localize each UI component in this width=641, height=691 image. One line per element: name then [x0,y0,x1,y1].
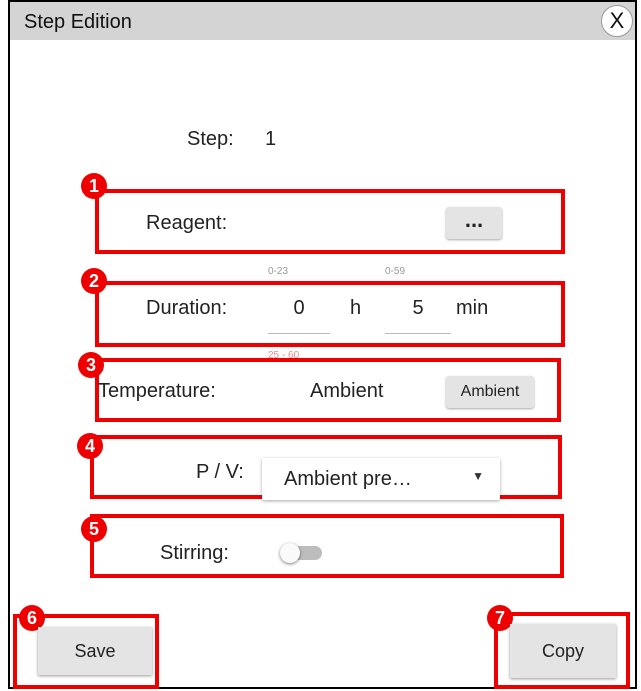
temperature-label: Temperature: [98,380,216,402]
copy-button[interactable]: Copy [510,624,616,678]
hours-input[interactable]: 0 [268,297,330,320]
duration-label: Duration: [146,297,228,319]
ambient-temperature-button[interactable]: Ambient [446,376,534,408]
temperature-value: Ambient [310,380,384,402]
minutes-range-hint: 0-59 [385,266,406,277]
reagent-label: Reagent: [146,212,228,234]
marker-1: 1 [81,173,107,199]
hours-input-underline [268,333,330,334]
pv-dropdown[interactable]: Ambient pre… ▼ [262,458,500,500]
marker-5: 5 [81,516,107,542]
chevron-down-icon: ▼ [472,469,484,483]
minutes-unit: min [456,297,489,319]
hours-range-hint: 0-23 [268,266,289,277]
step-value: 1 [265,128,277,150]
stirring-toggle[interactable] [280,543,322,563]
stirring-toggle-knob [280,543,300,563]
marker-2: 2 [81,268,107,294]
minutes-input-underline [385,333,451,334]
temperature-range-hint: 25 - 60 [268,350,300,361]
marker-3: 3 [78,352,104,378]
dialog-titlebar: Step Edition X [10,2,635,40]
dialog-title: Step Edition [24,11,132,33]
save-button[interactable]: Save [38,627,152,675]
minutes-input[interactable]: 5 [385,297,451,320]
step-label: Step: [187,128,234,150]
pv-label: P / V: [196,461,244,483]
stirring-label: Stirring: [160,542,229,564]
pv-selected-value: Ambient pre… [284,468,412,490]
hours-unit: h [350,297,362,319]
reagent-select-button[interactable]: ... [446,207,502,239]
close-button[interactable]: X [601,5,633,37]
marker-4: 4 [77,433,103,459]
